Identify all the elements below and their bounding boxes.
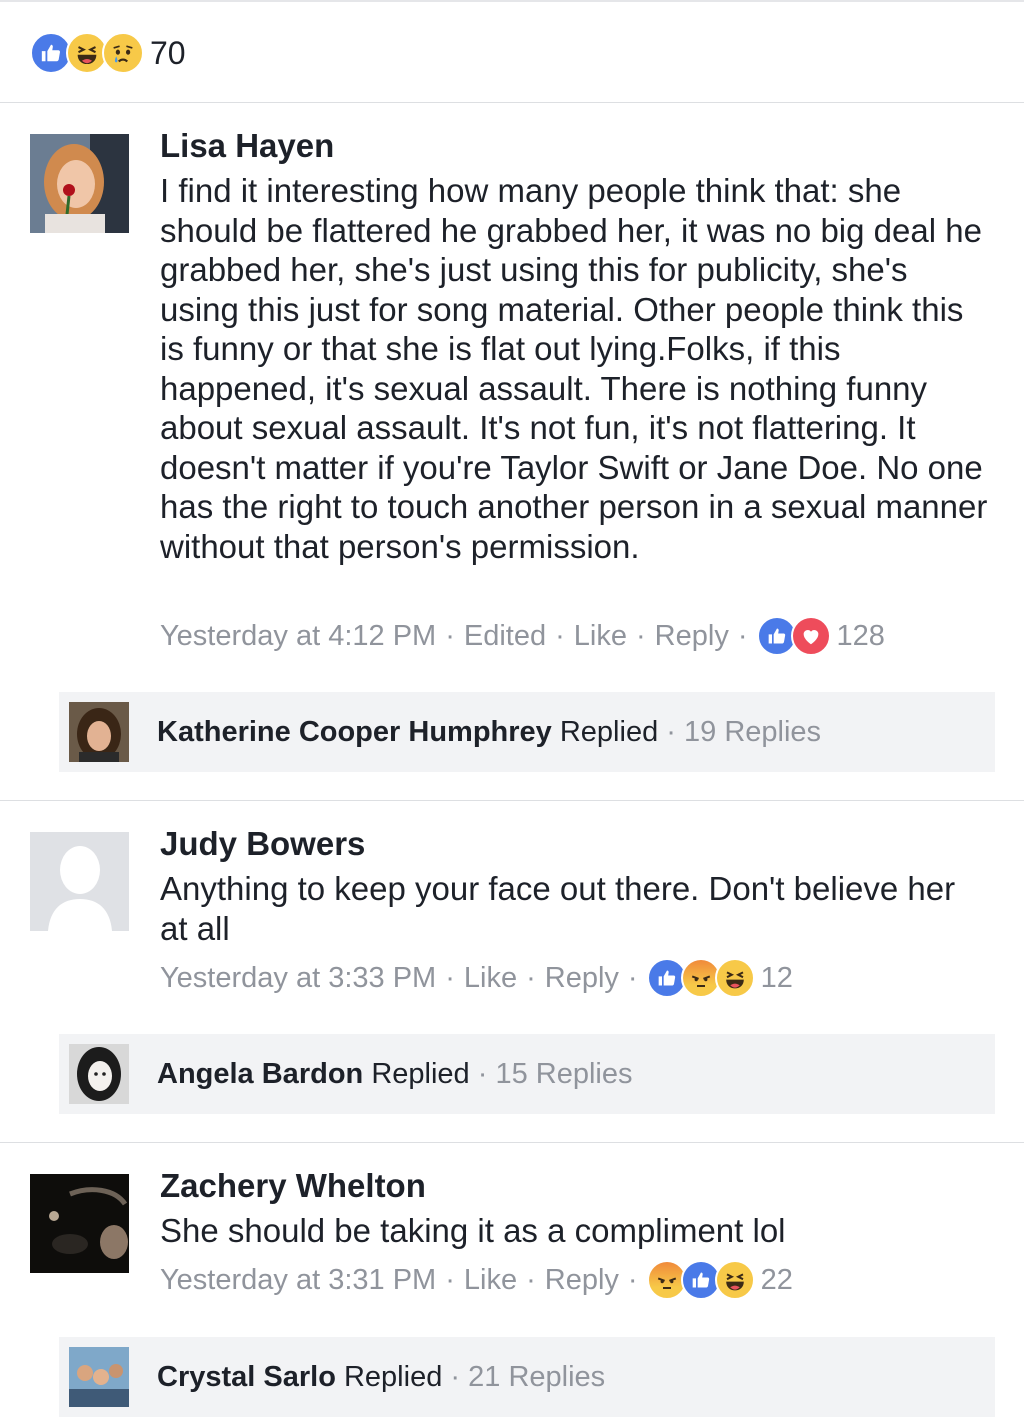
reply-count: 19 Replies (684, 715, 822, 748)
separator: · (477, 1057, 488, 1090)
love-icon[interactable] (790, 616, 831, 656)
avatar (69, 702, 129, 762)
reaction-count[interactable]: 128 (837, 620, 885, 653)
comment-author[interactable]: Zachery Whelton (160, 1167, 426, 1205)
comment-text: She should be taking it as a compliment … (160, 1212, 786, 1249)
separator: · (526, 1263, 536, 1296)
divider (0, 800, 1024, 801)
avatar (69, 1347, 129, 1407)
like-button[interactable]: Like (464, 962, 517, 995)
reply-button[interactable]: Reply (655, 620, 729, 653)
top-border (0, 0, 1024, 2)
reaction-summary[interactable]: 70 (30, 32, 186, 74)
divider (0, 102, 1024, 103)
reply-count: 21 Replies (468, 1360, 606, 1393)
comment-timestamp[interactable]: Yesterday at 4:12 PM (160, 620, 436, 653)
avatar[interactable] (30, 1174, 129, 1273)
like-button[interactable]: Like (574, 620, 627, 653)
replies-summary[interactable]: Angela Bardon Replied · 15 Replies (157, 1058, 632, 1091)
reply-author: Angela Bardon (157, 1057, 364, 1090)
separator: · (555, 619, 565, 652)
reaction-count[interactable]: 22 (761, 1264, 793, 1297)
comment-timestamp[interactable]: Yesterday at 3:33 PM (160, 962, 436, 995)
haha-icon[interactable] (714, 1260, 755, 1300)
reply-action: Replied (559, 715, 659, 748)
reply-count: 15 Replies (495, 1057, 633, 1090)
comment-meta: Yesterday at 4:12 PM · Edited · Like · R… (160, 612, 885, 660)
separator: · (666, 715, 676, 748)
sad-icon (102, 32, 144, 74)
replies-bar[interactable]: Crystal Sarlo Replied · 21 Replies (59, 1337, 995, 1417)
comment-text: I find it interesting how many people th… (160, 172, 988, 565)
comment-timestamp[interactable]: Yesterday at 3:31 PM (160, 1264, 436, 1297)
comment-meta: Yesterday at 3:31 PM · Like · Reply · 22 (160, 1256, 793, 1304)
replies-bar[interactable]: Katherine Cooper Humphrey Replied · 19 R… (59, 692, 995, 772)
separator: · (737, 619, 748, 652)
reaction-count[interactable]: 12 (761, 962, 793, 995)
divider (0, 1142, 1024, 1143)
separator: · (445, 961, 455, 994)
separator: · (636, 619, 646, 652)
edited-label[interactable]: Edited (464, 620, 546, 653)
comment-author[interactable]: Judy Bowers (160, 825, 365, 863)
like-button[interactable]: Like (464, 1264, 517, 1297)
avatar (69, 1044, 129, 1104)
separator: · (526, 961, 536, 994)
reply-author: Crystal Sarlo (157, 1360, 336, 1393)
comment-meta: Yesterday at 3:33 PM · Like · Reply · 12 (160, 954, 793, 1002)
reply-action: Replied (343, 1360, 443, 1393)
replies-bar[interactable]: Angela Bardon Replied · 15 Replies (59, 1034, 995, 1114)
reply-author: Katherine Cooper Humphrey (157, 715, 552, 748)
reaction-count: 70 (150, 34, 186, 71)
separator: · (627, 1263, 638, 1296)
separator: · (450, 1360, 461, 1393)
avatar[interactable] (30, 832, 129, 931)
comment-author[interactable]: Lisa Hayen (160, 127, 334, 165)
reply-button[interactable]: Reply (545, 962, 619, 995)
separator: · (445, 619, 455, 652)
reply-button[interactable]: Reply (545, 1264, 619, 1297)
separator: · (445, 1263, 455, 1296)
reply-action: Replied (371, 1057, 470, 1090)
haha-icon[interactable] (714, 958, 755, 998)
comment-text: Anything to keep your face out there. Do… (160, 870, 956, 947)
avatar[interactable] (30, 134, 129, 233)
replies-summary[interactable]: Katherine Cooper Humphrey Replied · 19 R… (157, 716, 821, 749)
separator: · (627, 961, 638, 994)
replies-summary[interactable]: Crystal Sarlo Replied · 21 Replies (157, 1361, 605, 1394)
